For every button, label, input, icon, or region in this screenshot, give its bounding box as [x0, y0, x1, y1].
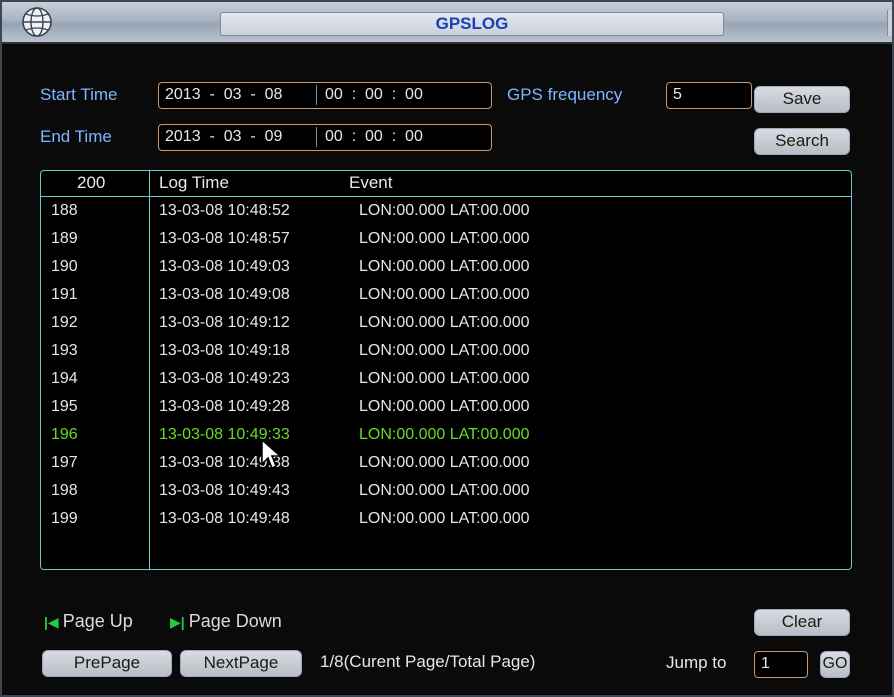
- nextpage-button[interactable]: NextPage: [180, 650, 302, 677]
- start-time-field[interactable]: 2013 - 03 - 08 00 : 00 : 00: [158, 82, 492, 109]
- window-title: GPSLOG: [220, 12, 724, 36]
- row-index: 188: [51, 202, 78, 219]
- table-header: 200 Log Time Event: [41, 171, 851, 197]
- clear-button[interactable]: Clear: [754, 609, 850, 636]
- title-bar: GPSLOG: [2, 2, 892, 44]
- row-index: 189: [51, 230, 78, 247]
- row-index: 199: [51, 510, 78, 527]
- page-up-label: Page Up: [62, 611, 133, 631]
- log-time-header[interactable]: Log Time: [159, 173, 229, 193]
- count-header[interactable]: 200: [77, 173, 105, 193]
- row-event: LON:00.000 LAT:00.000: [359, 510, 530, 527]
- table-row[interactable]: 199 13-03-08 10:49:48 LON:00.000 LAT:00.00…: [41, 505, 851, 533]
- row-log-time: 13-03-08 10:49:08: [159, 286, 290, 303]
- end-time-field[interactable]: 2013 - 03 - 09 00 : 00 : 00: [158, 124, 492, 151]
- gps-log-table[interactable]: 200 Log Time Event 188 13-03-08 10:48:52 L…: [40, 170, 852, 570]
- row-event: LON:00.000 LAT:00.000: [359, 286, 530, 303]
- table-row[interactable]: 191 13-03-08 10:49:08 LON:00.000 LAT:00.00…: [41, 281, 851, 309]
- row-log-time: 13-03-08 10:49:48: [159, 510, 290, 527]
- skip-forward-icon: ▶|: [170, 614, 185, 630]
- table-row[interactable]: 192 13-03-08 10:49:12 LON:00.000 LAT:00.00…: [41, 309, 851, 337]
- row-event: LON:00.000 LAT:00.000: [359, 230, 530, 247]
- start-date-value[interactable]: 2013 - 03 - 08: [159, 83, 282, 108]
- table-row[interactable]: 194 13-03-08 10:49:23 LON:00.000 LAT:00.00…: [41, 365, 851, 393]
- row-log-time: 13-03-08 10:49:12: [159, 314, 290, 331]
- page-up-hint: |◀ Page Up: [44, 611, 133, 632]
- jump-to-input[interactable]: 1: [754, 651, 808, 678]
- jump-to-label: Jump to: [666, 653, 727, 672]
- skip-back-icon: |◀: [44, 614, 59, 630]
- network-globe-icon: [22, 7, 52, 37]
- mouse-pointer-icon: [261, 438, 282, 470]
- row-log-time: 13-03-08 10:49:28: [159, 398, 290, 415]
- gps-frequency-value[interactable]: 5: [667, 83, 682, 108]
- table-row[interactable]: 193 13-03-08 10:49:18 LON:00.000 LAT:00.00…: [41, 337, 851, 365]
- go-button[interactable]: GO: [820, 651, 850, 678]
- row-log-time: 13-03-08 10:48:57: [159, 230, 290, 247]
- row-index: 192: [51, 314, 78, 331]
- row-index: 196: [51, 426, 78, 443]
- table-row[interactable]: 197 13-03-08 10:49:38 LON:00.000 LAT:00.00…: [41, 449, 851, 477]
- row-event: LON:00.000 LAT:00.000: [359, 342, 530, 359]
- start-time-label: Start Time: [40, 85, 118, 104]
- end-time-label: End Time: [40, 127, 112, 146]
- end-date-value[interactable]: 2013 - 03 - 09: [159, 125, 282, 150]
- row-event: LON:00.000 LAT:00.000: [359, 370, 530, 387]
- jump-to-value[interactable]: 1: [755, 652, 770, 677]
- row-index: 191: [51, 286, 78, 303]
- prepage-button[interactable]: PrePage: [42, 650, 172, 677]
- row-event: LON:00.000 LAT:00.000: [359, 314, 530, 331]
- title-bar-edge: [887, 10, 892, 36]
- table-row[interactable]: 189 13-03-08 10:48:57 LON:00.000 LAT:00.00…: [41, 225, 851, 253]
- search-button[interactable]: Search: [754, 128, 850, 155]
- row-log-time: 13-03-08 10:49:18: [159, 342, 290, 359]
- row-event: LON:00.000 LAT:00.000: [359, 202, 530, 219]
- row-index: 197: [51, 454, 78, 471]
- row-event: LON:00.000 LAT:00.000: [359, 426, 530, 443]
- row-index: 194: [51, 370, 78, 387]
- table-row[interactable]: 195 13-03-08 10:49:28 LON:00.000 LAT:00.00…: [41, 393, 851, 421]
- row-event: LON:00.000 LAT:00.000: [359, 258, 530, 275]
- field-divider: [316, 85, 317, 105]
- row-log-time: 13-03-08 10:49:23: [159, 370, 290, 387]
- row-event: LON:00.000 LAT:00.000: [359, 482, 530, 499]
- save-button[interactable]: Save: [754, 86, 850, 113]
- row-index: 198: [51, 482, 78, 499]
- row-log-time: 13-03-08 10:49:43: [159, 482, 290, 499]
- table-row[interactable]: 196 13-03-08 10:49:33 LON:00.000 LAT:00.00…: [41, 421, 851, 449]
- row-log-time: 13-03-08 10:48:52: [159, 202, 290, 219]
- row-event: LON:00.000 LAT:00.000: [359, 398, 530, 415]
- row-log-time: 13-03-08 10:49:03: [159, 258, 290, 275]
- row-index: 195: [51, 398, 78, 415]
- table-row[interactable]: 198 13-03-08 10:49:43 LON:00.000 LAT:00.00…: [41, 477, 851, 505]
- start-clock-value[interactable]: 00 : 00 : 00: [319, 83, 423, 108]
- field-divider: [316, 127, 317, 147]
- row-index: 190: [51, 258, 78, 275]
- table-row[interactable]: 190 13-03-08 10:49:03 LON:00.000 LAT:00.00…: [41, 253, 851, 281]
- table-row[interactable]: 188 13-03-08 10:48:52 LON:00.000 LAT:00.00…: [41, 197, 851, 225]
- page-info: 1/8(Curent Page/Total Page): [320, 652, 536, 671]
- row-index: 193: [51, 342, 78, 359]
- page-down-label: Page Down: [188, 611, 282, 631]
- page-down-hint: ▶| Page Down: [170, 611, 282, 632]
- row-event: LON:00.000 LAT:00.000: [359, 454, 530, 471]
- end-clock-value[interactable]: 00 : 00 : 00: [319, 125, 423, 150]
- gps-frequency-label: GPS frequency: [507, 85, 623, 104]
- event-header[interactable]: Event: [349, 173, 392, 193]
- gps-frequency-input[interactable]: 5: [666, 82, 752, 109]
- gpslog-window: GPSLOG Start Time 2013 - 03 - 08 00 : 00…: [0, 0, 894, 697]
